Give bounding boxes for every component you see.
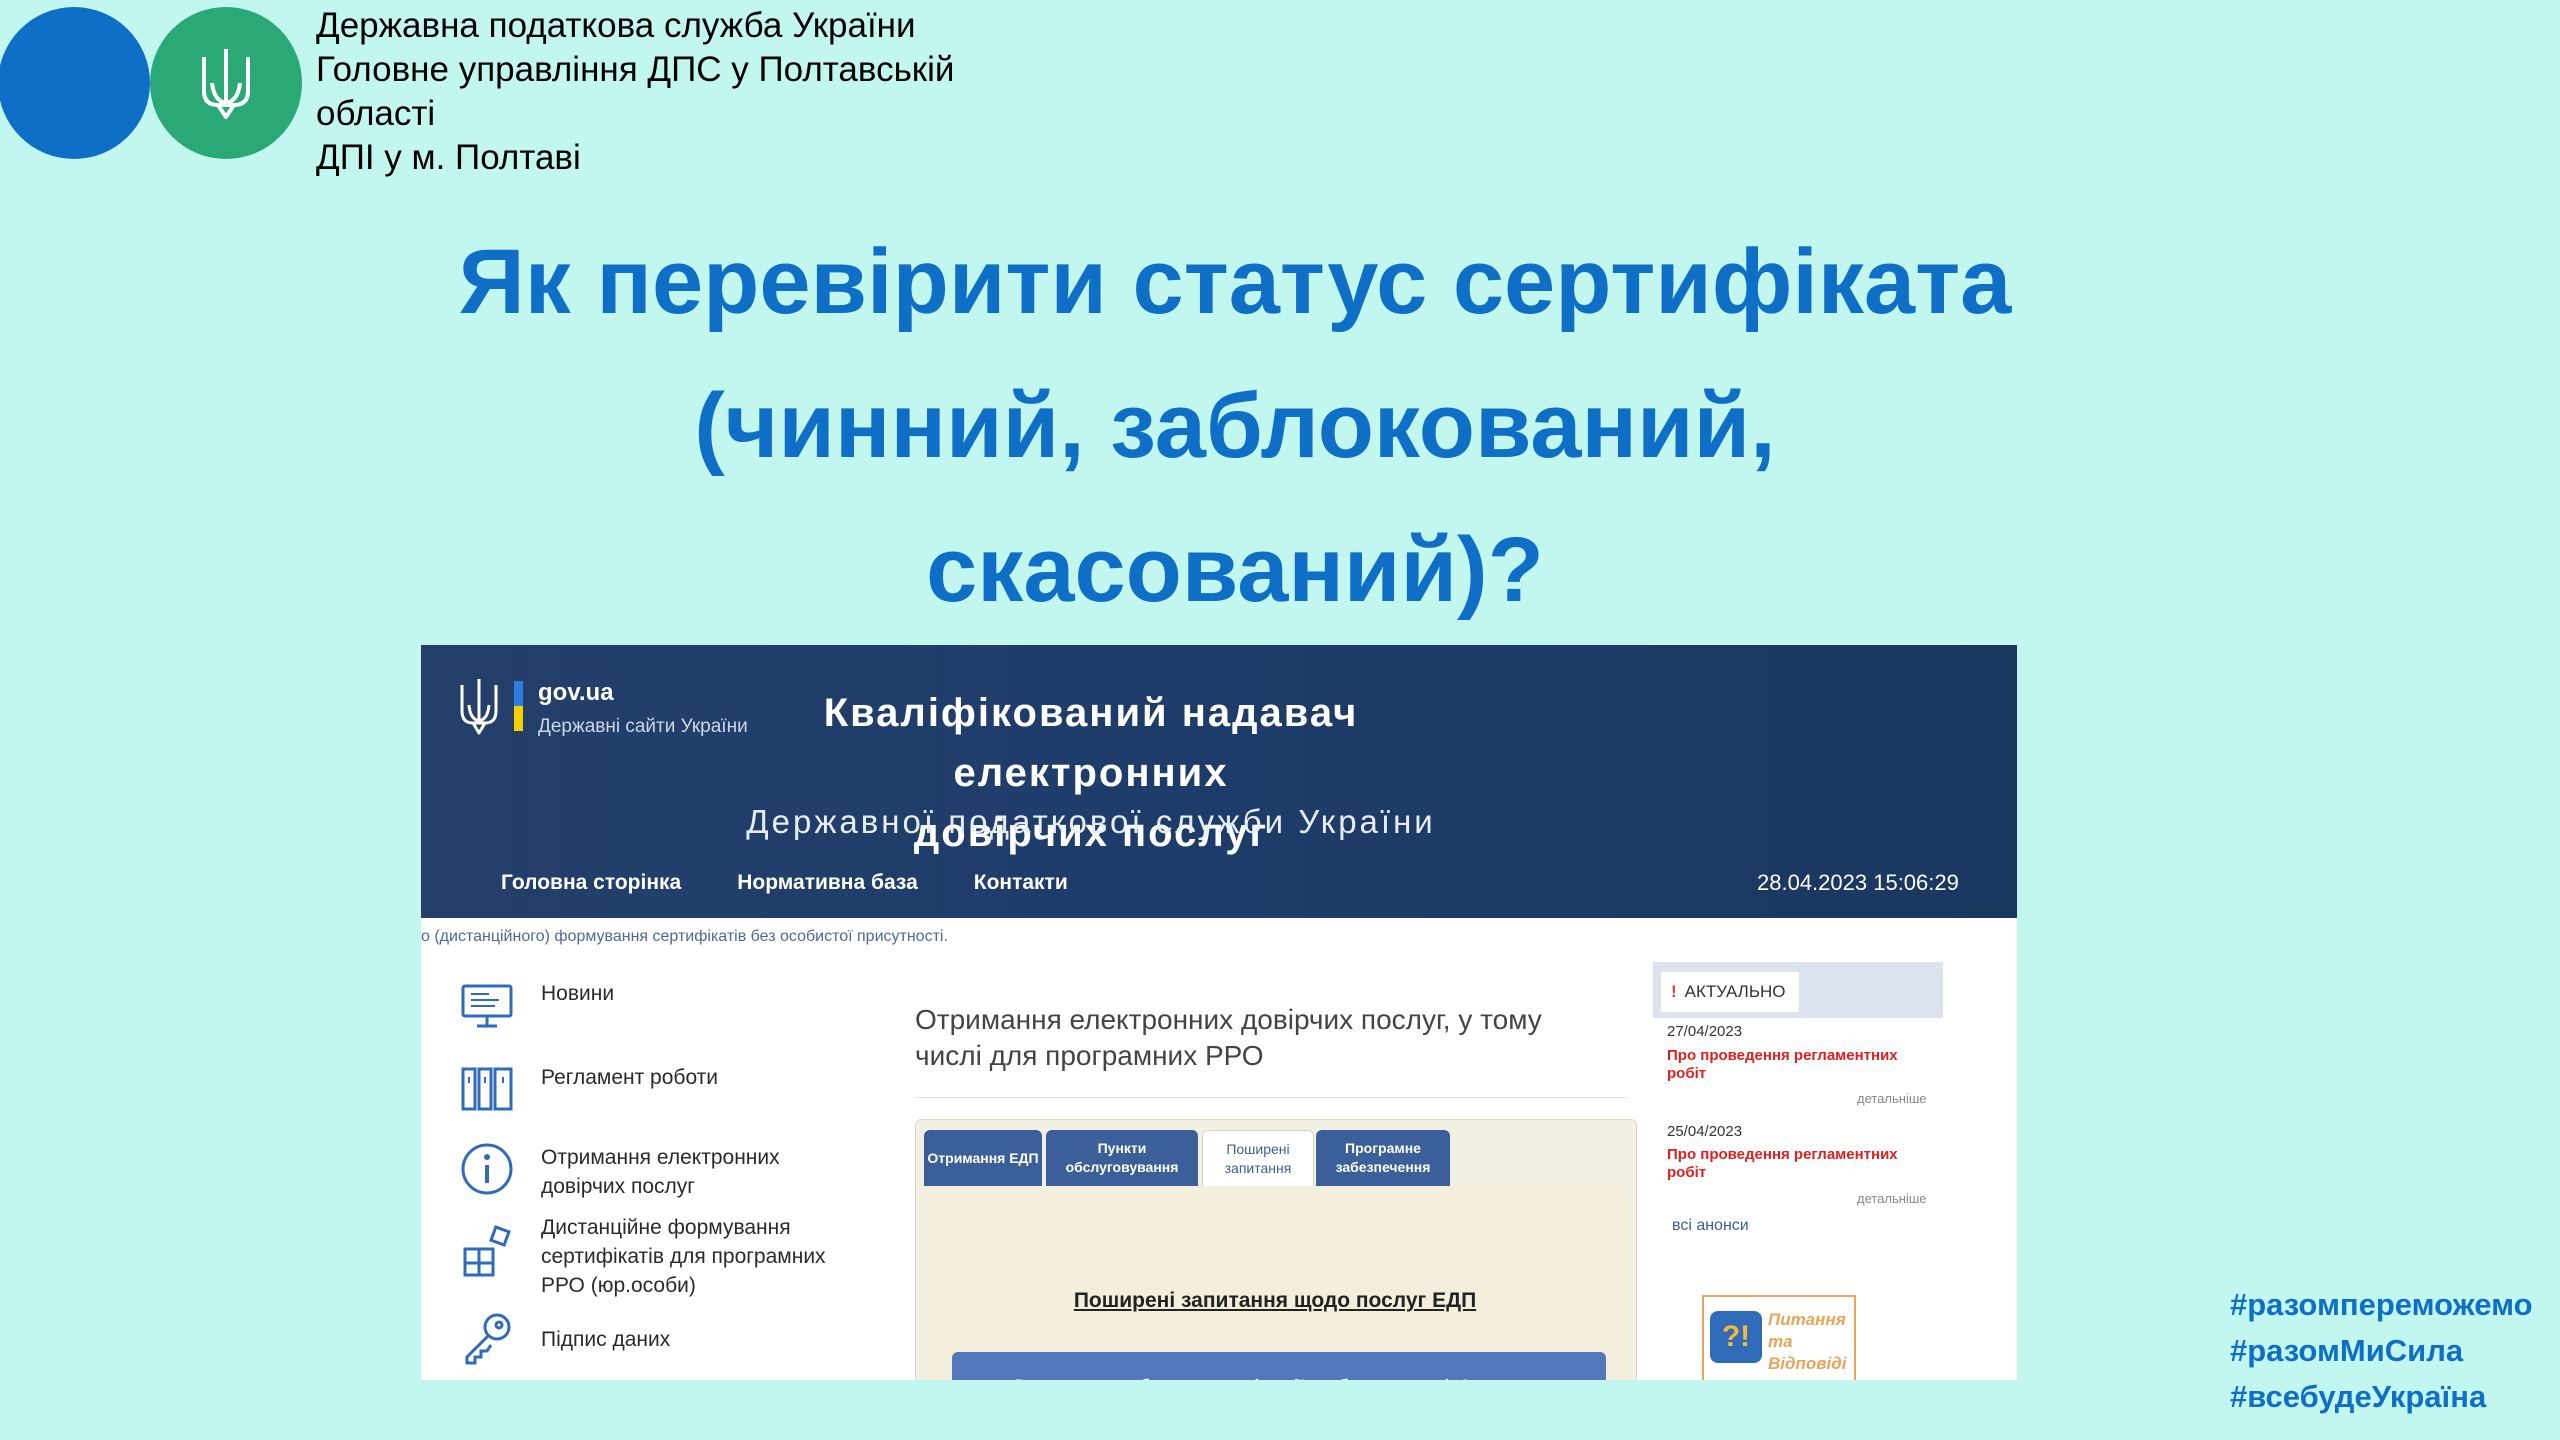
news-more-link[interactable]: детальніше (1857, 1191, 1927, 1206)
logo-circle-blue (0, 7, 150, 159)
hashtag: #всебудеУкраїна (2230, 1379, 2487, 1414)
nav-legal-base[interactable]: Нормативна база (737, 871, 918, 895)
site-subtitle: Державної податкової служби України (746, 803, 1436, 840)
site-title-line-1: Кваліфікований надавач електронних (823, 691, 1359, 795)
faq-title: Поширені запитання щодо послуг ЕДП (1073, 1289, 1477, 1312)
top-nav: Головна сторінка Нормативна база Контакт… (501, 871, 1068, 895)
datetime: 28.04.2023 15:06:29 (1757, 870, 1959, 895)
site-banner: gov.ua Державні сайти України Кваліфіков… (421, 645, 2017, 918)
alert-icon: ! (1671, 982, 1677, 1001)
aktual-label: АКТУАЛЬНО (1684, 982, 1786, 1001)
aktual-tab[interactable]: ! АКТУАЛЬНО (1661, 972, 1799, 1012)
org-name: Державна податкова служба України Головн… (316, 4, 954, 180)
sidebar-item-get-services[interactable]: Отримання електронних довірчих послуг (457, 1143, 841, 1201)
question-exclamation-icon: ?! (1710, 1311, 1762, 1363)
logo-circle-green (150, 7, 302, 159)
slide-title-line-2: (чинний, заблокований, (694, 375, 1776, 477)
info-icon (457, 1143, 517, 1195)
slide-title: Як перевірити статус сертифіката (чинний… (260, 210, 2210, 642)
monitor-icon (457, 979, 517, 1031)
tab-content: Поширені запитання щодо послуг ЕДП Де мо… (922, 1186, 1628, 1380)
sidebar-item-news[interactable]: Новини (457, 979, 614, 1031)
all-announcements-link[interactable]: всі анонси (1672, 1217, 1749, 1235)
org-line-2: Головне управління ДПС у Полтавській (316, 50, 955, 89)
sidebar-item-label: Підпис даних (541, 1328, 671, 1351)
qa-label: Питання та Відповіді (1768, 1310, 1847, 1373)
nav-home[interactable]: Головна сторінка (501, 871, 681, 895)
key-icon (457, 1313, 517, 1365)
binders-icon (457, 1063, 517, 1115)
trident-icon (460, 679, 498, 735)
main-heading: Отримання електронних довірчих послуг, у… (915, 1004, 1542, 1071)
trident-icon (202, 49, 250, 119)
qa-banner[interactable]: ?! Питання та Відповіді (1702, 1295, 1856, 1380)
news-ticker[interactable]: о (дистанційного) формування сертифікаті… (421, 928, 948, 946)
faq-item-button[interactable]: Де можна придбати захищені носії особист… (952, 1352, 1606, 1380)
sidebar-item-label: Отримання електронних довірчих послуг (541, 1146, 780, 1198)
gov-ua-subtitle: Державні сайти України (538, 716, 748, 737)
slide-title-line-3: скасований)? (926, 519, 1544, 621)
slide-title-line-1: Як перевірити статус сертифіката (458, 231, 2012, 333)
hashtag: #разомпереможемо (2230, 1287, 2533, 1322)
sidebar-item-remote-certs[interactable]: Дистанційне формування сертифікатів для … (457, 1213, 861, 1300)
sidebar-item-label: Регламент роботи (541, 1066, 719, 1089)
news-title[interactable]: Про проведення регламентних робіт (1667, 1047, 1937, 1083)
website-screenshot: gov.ua Державні сайти України Кваліфіков… (421, 645, 2017, 1380)
tabs-panel: Отримання ЕДП Пункти обслуговування Поши… (915, 1119, 1637, 1380)
news-title[interactable]: Про проведення регламентних робіт (1667, 1146, 1937, 1182)
divider (915, 1097, 1627, 1098)
org-line-4: ДПІ у м. Полтаві (316, 138, 581, 177)
org-line-1: Державна податкова служба України (316, 6, 916, 45)
hashtags: #разомпереможемо #разомМиСила #всебудеУк… (2230, 1282, 2533, 1420)
tab-faq[interactable]: Поширені запитання (1202, 1130, 1314, 1187)
sidebar-item-regulations[interactable]: Регламент роботи (457, 1063, 718, 1115)
flag-icon (514, 681, 523, 731)
tab-get-edp[interactable]: Отримання ЕДП (924, 1130, 1042, 1186)
sidebar-item-label: Новини (541, 982, 615, 1005)
sidebar-item-sign-data[interactable]: Підпис даних (457, 1313, 670, 1365)
news-date: 27/04/2023 (1667, 1023, 1743, 1040)
nav-contacts[interactable]: Контакти (974, 871, 1068, 895)
gov-ua-link[interactable]: gov.ua (538, 679, 614, 707)
tab-service-points[interactable]: Пункти обслуговування (1046, 1130, 1198, 1186)
org-line-3: області (316, 94, 436, 133)
tab-software[interactable]: Програмне забезпечення (1316, 1130, 1450, 1186)
news-date: 25/04/2023 (1667, 1123, 1743, 1140)
blocks-icon (457, 1225, 517, 1277)
news-more-link[interactable]: детальніше (1857, 1091, 1927, 1106)
sidebar-item-label: Дистанційне формування сертифікатів для … (541, 1216, 826, 1297)
hashtag: #разомМиСила (2230, 1333, 2464, 1368)
